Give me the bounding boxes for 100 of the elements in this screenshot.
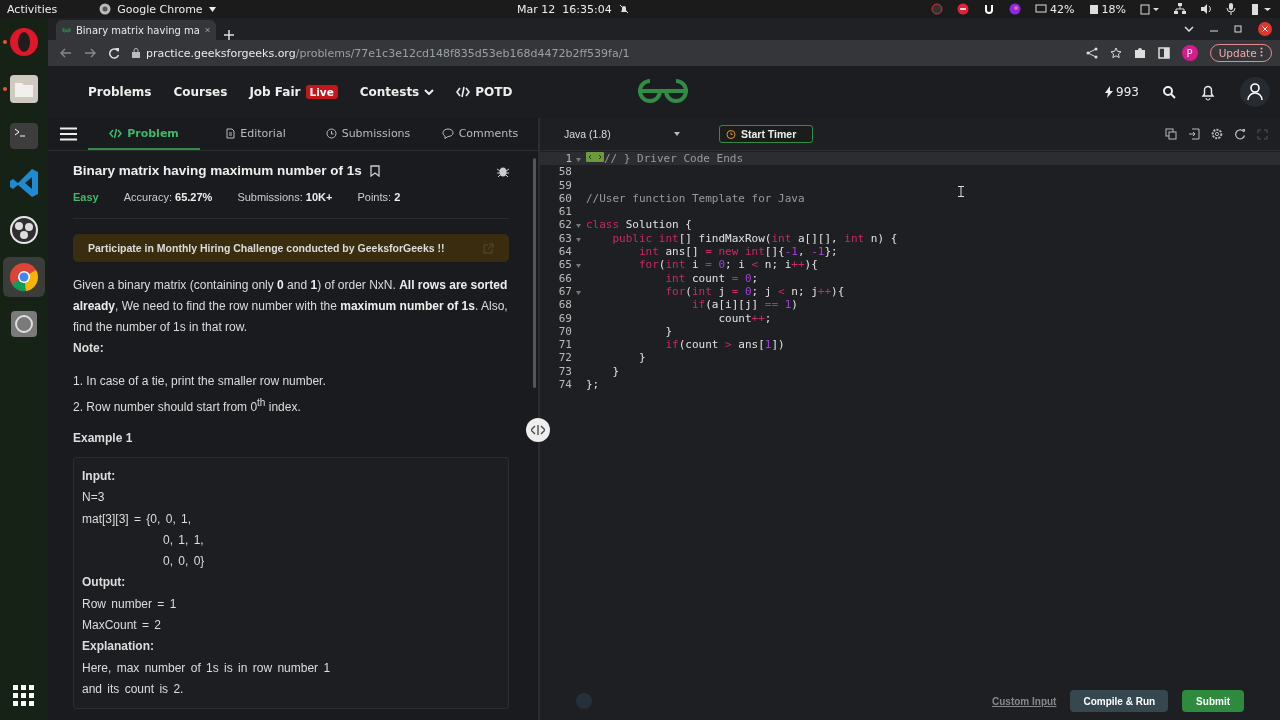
caret-icon[interactable] [208, 6, 216, 12]
example-line: Output: [82, 574, 127, 592]
external-link-icon [483, 242, 494, 254]
chevron-down-icon [424, 89, 435, 95]
line-number: 70 [557, 324, 572, 339]
folded-code-icon[interactable] [586, 152, 604, 162]
code-line: } [638, 351, 646, 365]
compile-run-button[interactable]: Compile & Run [1070, 690, 1169, 712]
code-line: } [665, 324, 673, 339]
line-number: 1 [564, 152, 572, 166]
microphone-icon[interactable] [1226, 3, 1236, 15]
fold-arrow-icon[interactable] [575, 290, 581, 295]
problem-title: Binary matrix having maximum number of 1s [73, 163, 362, 178]
fold-arrow-icon[interactable] [575, 237, 581, 242]
lock-icon [132, 48, 140, 58]
logo-icon [62, 26, 71, 34]
fold-arrow-icon[interactable] [575, 158, 581, 162]
caret-icon [674, 132, 680, 136]
back-icon[interactable] [60, 48, 72, 58]
example-line: and its count is 2. [82, 680, 185, 698]
refresh-icon[interactable] [1234, 128, 1246, 140]
streak-count: 993 [1116, 85, 1139, 99]
line-number: 59 [557, 178, 572, 192]
search-icon[interactable] [1163, 85, 1176, 99]
code-line: class Solution { [586, 218, 692, 232]
settings-icon[interactable] [1211, 128, 1223, 140]
example-line: Here, max number of 1s is in row number 1 [82, 659, 332, 677]
submit-button[interactable]: Submit [1182, 690, 1244, 712]
tab[interactable]: Submissions [312, 118, 424, 150]
start-timer-button[interactable]: Start Timer [719, 125, 814, 143]
code-line: if(a[i][j] == 1) [691, 298, 798, 312]
tab[interactable]: Comments [424, 118, 536, 150]
nav-link[interactable]: Courses [173, 85, 228, 99]
reload-icon[interactable] [108, 47, 120, 59]
line-number: 74 [557, 378, 572, 392]
code-icon [456, 86, 471, 98]
battery-icon[interactable] [1250, 3, 1272, 15]
forward-icon[interactable] [84, 48, 96, 58]
menu-icon[interactable] [59, 127, 77, 141]
activities-button[interactable]: Activities [7, 2, 58, 16]
address-bar[interactable]: practice.geeksforgeeks.org/problems/77e1c3e12cd148f835d53eb168d4472b2ff539fa/1 [132, 42, 1074, 64]
logo-icon[interactable] [635, 78, 691, 104]
custom-input-link[interactable]: Custom Input [992, 695, 1057, 707]
fold-arrow-icon[interactable] [575, 264, 581, 269]
profile-avatar[interactable]: P [1181, 45, 1198, 61]
lightning-icon [1105, 86, 1114, 98]
tab[interactable]: Editorial [200, 118, 312, 150]
recorder-icon[interactable] [931, 3, 944, 15]
chevron-down-icon[interactable] [1184, 26, 1194, 32]
bell-icon[interactable] [1200, 83, 1216, 101]
bookmark-icon[interactable] [369, 164, 380, 177]
browser-tab[interactable]: Binary matrix having ma [56, 20, 216, 40]
code-line: //User function Template for Java [586, 191, 805, 206]
file-import-icon[interactable] [1188, 128, 1200, 140]
app-menu[interactable]: Google Chrome [117, 2, 203, 16]
user-avatar[interactable] [1240, 77, 1270, 107]
copy-icon[interactable] [1165, 128, 1177, 140]
hiring-banner[interactable]: Participate in Monthly Hiring Challenge conducted by GeeksforGeeks !! [73, 234, 509, 262]
stop-icon[interactable] [957, 3, 970, 15]
clipboard-icon[interactable] [1140, 3, 1160, 15]
line-number: 72 [557, 351, 572, 365]
nav-link[interactable]: Contests [359, 85, 435, 99]
line-number: 69 [557, 311, 572, 325]
memory-usage: 18% [1101, 2, 1126, 16]
alarm-icon [726, 129, 736, 139]
example-line: mat[3][3] = {0, 0, 1, [82, 510, 193, 528]
close-icon[interactable] [1258, 22, 1272, 36]
restore-icon[interactable] [1234, 25, 1242, 33]
example-heading: Example 1 [73, 431, 134, 445]
example-line: Row number = 1 [82, 595, 178, 613]
puzzle-icon[interactable] [1133, 47, 1146, 59]
line-number: 58 [557, 165, 572, 179]
example-line: 0, 1, 1, [162, 531, 205, 549]
cpu-icon [1035, 4, 1048, 14]
nav-link[interactable]: POTD [456, 85, 513, 99]
planet-icon[interactable] [1009, 3, 1022, 15]
grid-icon[interactable] [13, 685, 35, 707]
network-icon[interactable] [1174, 3, 1186, 15]
example-line: Input: [82, 468, 117, 485]
language-select[interactable]: Java (1.8) [564, 128, 680, 140]
new-tab-icon[interactable] [224, 30, 234, 40]
side-panel-icon[interactable] [1157, 47, 1170, 59]
resize-icon [531, 425, 545, 435]
fold-arrow-icon[interactable] [575, 224, 581, 229]
scrollbar-thumb[interactable] [533, 158, 536, 388]
tab[interactable]: Problem [88, 118, 200, 150]
volume-icon[interactable] [1200, 3, 1212, 15]
stat-text: Points: 2 [357, 191, 401, 203]
share-icon[interactable] [1085, 47, 1098, 59]
magnet-icon[interactable] [983, 3, 996, 15]
code-line: int count = 0; [665, 271, 759, 285]
line-number: 63 [557, 231, 572, 246]
clock[interactable]: Mar 12 16:35:04 [517, 2, 612, 16]
nav-link[interactable]: Job Fair [249, 85, 301, 99]
problem-description: Given a binary matrix (containing only 0 and 1) of order NxN. All rows are sorted already, We need to find the row number with the maximum number of 1s. Also, find the number of 1s in that row. [73, 277, 509, 336]
code-line: int ans[] = new int[]{-1, -1}; [638, 245, 838, 259]
line-number: 60 [557, 191, 572, 206]
star-icon[interactable] [1109, 47, 1122, 59]
line-number: 73 [557, 364, 572, 379]
nav-link[interactable]: Problems [88, 85, 152, 99]
